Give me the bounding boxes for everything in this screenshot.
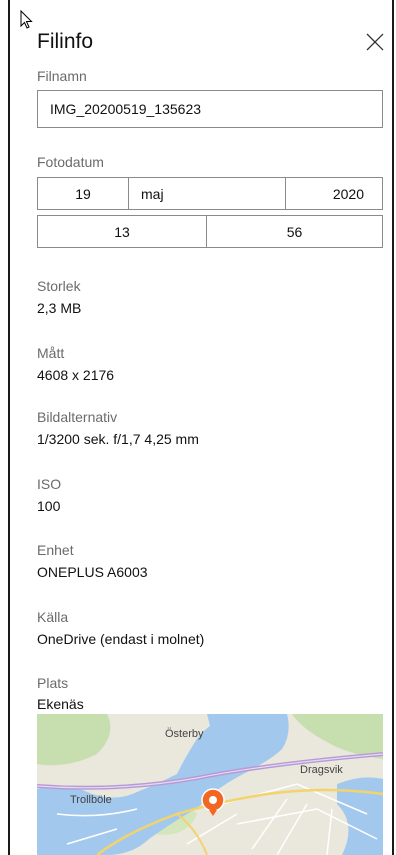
map-label-osterby: Österby (165, 728, 204, 740)
map-label-dragsvik: Dragsvik (300, 764, 343, 776)
map-pin-icon[interactable] (200, 787, 226, 817)
photo-date-label: Fotodatum (37, 154, 104, 170)
hour-selector[interactable]: 13 (38, 216, 206, 247)
map-graphic (37, 714, 383, 855)
location-map[interactable]: Österby Dragsvik Trollböle (37, 714, 383, 855)
year-selector[interactable]: 2020 (285, 178, 382, 209)
day-selector[interactable]: 19 (38, 178, 128, 209)
time-picker[interactable]: 13 56 (37, 215, 383, 248)
panel-title: Filinfo (37, 30, 94, 53)
date-picker[interactable]: 19 maj 2020 (37, 177, 383, 210)
file-info-panel: Filinfo Filnamn IMG_20200519_135623 Foto… (8, 0, 394, 855)
source-label: Källa (37, 609, 69, 625)
image-options-label: Bildalternativ (37, 409, 118, 425)
size-value: 2,3 MB (37, 300, 82, 316)
location-label: Plats (37, 675, 69, 691)
filename-input[interactable]: IMG_20200519_135623 (37, 90, 383, 128)
dimensions-label: Mått (37, 345, 65, 361)
image-options-value: 1/3200 sek. f/1,7 4,25 mm (37, 431, 199, 447)
mouse-pointer-icon (20, 10, 33, 29)
dimensions-value: 4608 x 2176 (37, 367, 115, 383)
filename-label: Filnamn (37, 68, 87, 84)
close-icon[interactable] (365, 32, 385, 52)
iso-value: 100 (37, 498, 61, 514)
minute-selector[interactable]: 56 (206, 216, 382, 247)
map-label-trollbole: Trollböle (70, 794, 112, 806)
size-label: Storlek (37, 278, 81, 294)
month-selector[interactable]: maj (128, 178, 285, 209)
location-value: Ekenäs (37, 696, 84, 712)
device-value: ONEPLUS A6003 (37, 564, 148, 580)
device-label: Enhet (37, 542, 74, 558)
iso-label: ISO (37, 476, 62, 492)
source-value: OneDrive (endast i molnet) (37, 631, 205, 647)
